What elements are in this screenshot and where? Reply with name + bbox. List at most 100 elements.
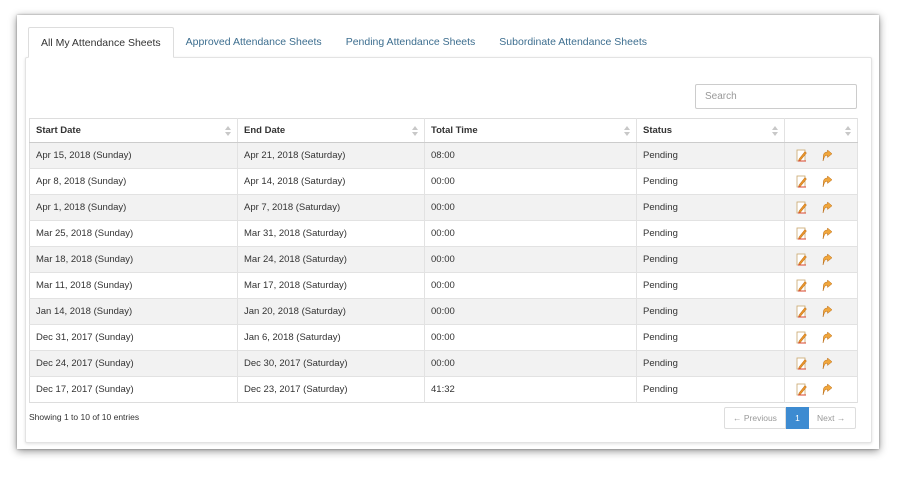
next-page-button[interactable]: Next → <box>809 407 856 429</box>
cell-end-date: Jan 20, 2018 (Saturday) <box>237 298 425 325</box>
table-row: Dec 17, 2017 (Sunday) Dec 23, 2017 (Satur… <box>29 376 858 403</box>
cell-total-time: 00:00 <box>424 168 637 195</box>
cell-actions <box>784 168 858 195</box>
cell-status: Pending <box>636 246 785 273</box>
edit-sheet-icon[interactable] <box>796 331 808 344</box>
table-row: Mar 25, 2018 (Sunday) Mar 31, 2018 (Satur… <box>29 220 858 247</box>
cell-start-date: Apr 1, 2018 (Sunday) <box>29 194 238 221</box>
cell-total-time: 41:32 <box>424 376 637 403</box>
edit-sheet-icon[interactable] <box>796 175 808 188</box>
cell-total-time: 00:00 <box>424 350 637 377</box>
cell-end-date: Apr 7, 2018 (Saturday) <box>237 194 425 221</box>
submit-sheet-icon[interactable] <box>821 331 833 344</box>
page-1-button[interactable]: 1 <box>786 407 809 429</box>
submit-sheet-icon[interactable] <box>821 227 833 240</box>
edit-sheet-icon[interactable] <box>796 227 808 240</box>
cell-actions <box>784 298 858 325</box>
edit-sheet-icon[interactable] <box>796 149 808 162</box>
edit-sheet-icon[interactable] <box>796 279 808 292</box>
table-header-row: Start Date End Date Total Time Status <box>29 118 858 143</box>
cell-start-date: Apr 15, 2018 (Sunday) <box>29 142 238 169</box>
cell-start-date: Jan 14, 2018 (Sunday) <box>29 298 238 325</box>
cell-start-date: Dec 24, 2017 (Sunday) <box>29 350 238 377</box>
cell-end-date: Mar 24, 2018 (Saturday) <box>237 246 425 273</box>
edit-sheet-icon[interactable] <box>796 357 808 370</box>
previous-page-button[interactable]: ← Previous <box>724 407 786 429</box>
cell-actions <box>784 324 858 351</box>
cell-status: Pending <box>636 220 785 247</box>
cell-status: Pending <box>636 350 785 377</box>
sort-icon <box>845 125 851 137</box>
table-row: Jan 14, 2018 (Sunday) Jan 20, 2018 (Satur… <box>29 298 858 325</box>
cell-total-time: 00:00 <box>424 272 637 299</box>
pagination: ← Previous 1 Next → <box>724 407 856 429</box>
submit-sheet-icon[interactable] <box>821 357 833 370</box>
cell-actions <box>784 194 858 221</box>
entries-info: Showing 1 to 10 of 10 entries <box>29 412 140 422</box>
cell-total-time: 00:00 <box>424 194 637 221</box>
column-header-label: Total Time <box>431 125 478 136</box>
cell-end-date: Dec 30, 2017 (Saturday) <box>237 350 425 377</box>
cell-actions <box>784 376 858 403</box>
table-row: Apr 1, 2018 (Sunday) Apr 7, 2018 (Saturda… <box>29 194 858 221</box>
submit-sheet-icon[interactable] <box>821 149 833 162</box>
cell-end-date: Mar 17, 2018 (Saturday) <box>237 272 425 299</box>
submit-sheet-icon[interactable] <box>821 383 833 396</box>
cell-status: Pending <box>636 168 785 195</box>
cell-start-date: Dec 17, 2017 (Sunday) <box>29 376 238 403</box>
cell-actions <box>784 272 858 299</box>
submit-sheet-icon[interactable] <box>821 175 833 188</box>
submit-sheet-icon[interactable] <box>821 279 833 292</box>
submit-sheet-icon[interactable] <box>821 201 833 214</box>
table-row: Dec 24, 2017 (Sunday) Dec 30, 2017 (Satur… <box>29 350 858 377</box>
cell-status: Pending <box>636 194 785 221</box>
sort-icon <box>772 125 778 137</box>
cell-start-date: Dec 31, 2017 (Sunday) <box>29 324 238 351</box>
cell-total-time: 00:00 <box>424 324 637 351</box>
table-row: Apr 15, 2018 (Sunday) Apr 21, 2018 (Satur… <box>29 142 858 169</box>
cell-start-date: Mar 18, 2018 (Sunday) <box>29 246 238 273</box>
tab-bar: All My Attendance Sheets Approved Attend… <box>28 27 659 58</box>
tab-subordinate-attendance-sheets[interactable]: Subordinate Attendance Sheets <box>487 27 659 58</box>
cell-total-time: 00:00 <box>424 246 637 273</box>
cell-actions <box>784 350 858 377</box>
attendance-table: Start Date End Date Total Time Status Ap… <box>29 118 858 403</box>
submit-sheet-icon[interactable] <box>821 305 833 318</box>
tab-all-my-attendance-sheets[interactable]: All My Attendance Sheets <box>28 27 174 58</box>
tab-pending-attendance-sheets[interactable]: Pending Attendance Sheets <box>334 27 488 58</box>
tab-approved-attendance-sheets[interactable]: Approved Attendance Sheets <box>174 27 334 58</box>
cell-end-date: Apr 14, 2018 (Saturday) <box>237 168 425 195</box>
column-header-start-date[interactable]: Start Date <box>29 118 238 143</box>
table-row: Dec 31, 2017 (Sunday) Jan 6, 2018 (Saturd… <box>29 324 858 351</box>
cell-end-date: Apr 21, 2018 (Saturday) <box>237 142 425 169</box>
cell-start-date: Mar 25, 2018 (Sunday) <box>29 220 238 247</box>
cell-total-time: 00:00 <box>424 298 637 325</box>
column-header-label: End Date <box>244 125 286 136</box>
cell-end-date: Dec 23, 2017 (Saturday) <box>237 376 425 403</box>
edit-sheet-icon[interactable] <box>796 253 808 266</box>
cell-start-date: Mar 11, 2018 (Sunday) <box>29 272 238 299</box>
edit-sheet-icon[interactable] <box>796 305 808 318</box>
edit-sheet-icon[interactable] <box>796 383 808 396</box>
cell-total-time: 00:00 <box>424 220 637 247</box>
cell-total-time: 08:00 <box>424 142 637 169</box>
table-row: Mar 18, 2018 (Sunday) Mar 24, 2018 (Satur… <box>29 246 858 273</box>
sort-icon <box>412 125 418 137</box>
submit-sheet-icon[interactable] <box>821 253 833 266</box>
sort-icon <box>225 125 231 137</box>
cell-actions <box>784 220 858 247</box>
cell-start-date: Apr 8, 2018 (Sunday) <box>29 168 238 195</box>
column-header-end-date[interactable]: End Date <box>237 118 425 143</box>
search-input[interactable] <box>695 84 857 109</box>
edit-sheet-icon[interactable] <box>796 201 808 214</box>
cell-status: Pending <box>636 142 785 169</box>
cell-status: Pending <box>636 272 785 299</box>
column-header-actions[interactable] <box>784 118 858 143</box>
column-header-status[interactable]: Status <box>636 118 785 143</box>
cell-actions <box>784 142 858 169</box>
column-header-label: Status <box>643 125 673 136</box>
table-row: Mar 11, 2018 (Sunday) Mar 17, 2018 (Satur… <box>29 272 858 299</box>
column-header-total-time[interactable]: Total Time <box>424 118 637 143</box>
cell-status: Pending <box>636 298 785 325</box>
cell-end-date: Jan 6, 2018 (Saturday) <box>237 324 425 351</box>
